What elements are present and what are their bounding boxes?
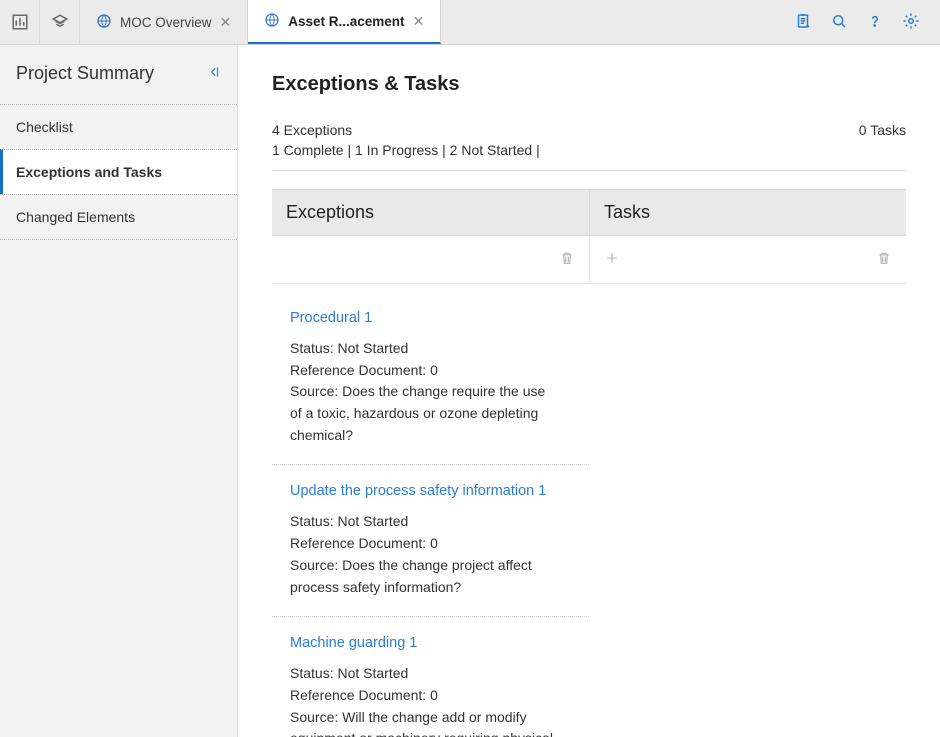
exceptions-column: Exceptions Procedural 1 Status: Not Star… (272, 189, 589, 737)
search-icon[interactable] (830, 12, 848, 33)
source-label: Source: (290, 383, 342, 399)
close-icon[interactable]: ✕ (413, 13, 425, 30)
exception-meta: Status: Not Started Reference Document: … (290, 663, 571, 737)
clipboard-icon[interactable] (794, 12, 812, 33)
ref-label: Reference Document: (290, 535, 430, 551)
exception-title-link[interactable]: Procedural 1 (290, 310, 571, 326)
tab-moc-overview[interactable]: MOC Overview ✕ (80, 0, 248, 44)
exception-meta: Status: Not Started Reference Document: … (290, 511, 571, 598)
trash-icon[interactable] (876, 250, 892, 269)
help-icon[interactable] (866, 12, 884, 33)
tab-label: Asset R...acement (288, 14, 404, 29)
status-breakdown: 1 Complete | 1 In Progress | 2 Not Start… (272, 142, 540, 158)
layers-icon[interactable] (40, 0, 80, 44)
ref-label: Reference Document: (290, 687, 430, 703)
globe-icon (96, 13, 112, 32)
dashboard-icon[interactable] (0, 0, 40, 44)
topbar-left: MOC Overview ✕ Asset R...acement ✕ (0, 0, 441, 44)
exceptions-count: 4 Exceptions (272, 122, 540, 138)
source-label: Source: (290, 557, 342, 573)
tasks-list (589, 284, 906, 300)
tab-label: MOC Overview (120, 15, 212, 30)
plus-icon[interactable] (604, 250, 620, 269)
main-scroll[interactable]: Exceptions & Tasks 4 Exceptions 1 Comple… (238, 45, 940, 737)
status-label: Status: (290, 513, 337, 529)
exception-meta: Status: Not Started Reference Document: … (290, 338, 571, 446)
close-icon[interactable]: ✕ (220, 14, 232, 31)
ref-value: 0 (430, 362, 438, 378)
trash-icon[interactable] (559, 250, 575, 269)
topbar: MOC Overview ✕ Asset R...acement ✕ (0, 0, 940, 45)
ref-label: Reference Document: (290, 362, 430, 378)
tasks-toolbar (589, 236, 906, 284)
exception-card: Update the process safety information 1 … (272, 465, 589, 617)
source-label: Source: (290, 709, 342, 725)
exception-card: Procedural 1 Status: Not Started Referen… (272, 292, 589, 465)
sidebar-header: Project Summary (0, 45, 237, 104)
status-value: Not Started (337, 513, 408, 529)
gear-icon[interactable] (902, 12, 920, 33)
sidebar-item-exceptions-tasks[interactable]: Exceptions and Tasks (0, 149, 237, 194)
exceptions-column-header: Exceptions (272, 189, 589, 236)
ref-value: 0 (430, 535, 438, 551)
sidebar-item-changed-elements[interactable]: Changed Elements (0, 194, 237, 240)
status-value: Not Started (337, 340, 408, 356)
sidebar: Project Summary Checklist Exceptions and… (0, 45, 238, 737)
status-label: Status: (290, 340, 337, 356)
ref-value: 0 (430, 687, 438, 703)
main: Exceptions & Tasks 4 Exceptions 1 Comple… (238, 45, 940, 737)
tasks-column: Tasks (589, 189, 906, 737)
tab-asset-replacement[interactable]: Asset R...acement ✕ (248, 0, 441, 44)
summary-row: 4 Exceptions 1 Complete | 1 In Progress … (272, 122, 906, 171)
exception-title-link[interactable]: Machine guarding 1 (290, 635, 571, 651)
exception-card: Machine guarding 1 Status: Not Started R… (272, 617, 589, 737)
sidebar-item-label: Exceptions and Tasks (16, 164, 162, 180)
globe-icon (264, 12, 280, 31)
collapse-icon[interactable] (207, 65, 221, 82)
tasks-column-header: Tasks (589, 189, 906, 236)
sidebar-item-checklist[interactable]: Checklist (0, 104, 237, 149)
columns: Exceptions Procedural 1 Status: Not Star… (272, 189, 906, 737)
status-value: Not Started (337, 665, 408, 681)
sidebar-item-label: Changed Elements (16, 209, 135, 225)
sidebar-title: Project Summary (16, 63, 154, 84)
topbar-right (794, 0, 940, 44)
tasks-count: 0 Tasks (859, 122, 906, 138)
exception-title-link[interactable]: Update the process safety information 1 (290, 483, 571, 499)
exceptions-list: Procedural 1 Status: Not Started Referen… (272, 284, 589, 737)
page-title: Exceptions & Tasks (272, 73, 906, 96)
sidebar-item-label: Checklist (16, 119, 73, 135)
status-label: Status: (290, 665, 337, 681)
exceptions-toolbar (272, 236, 589, 284)
